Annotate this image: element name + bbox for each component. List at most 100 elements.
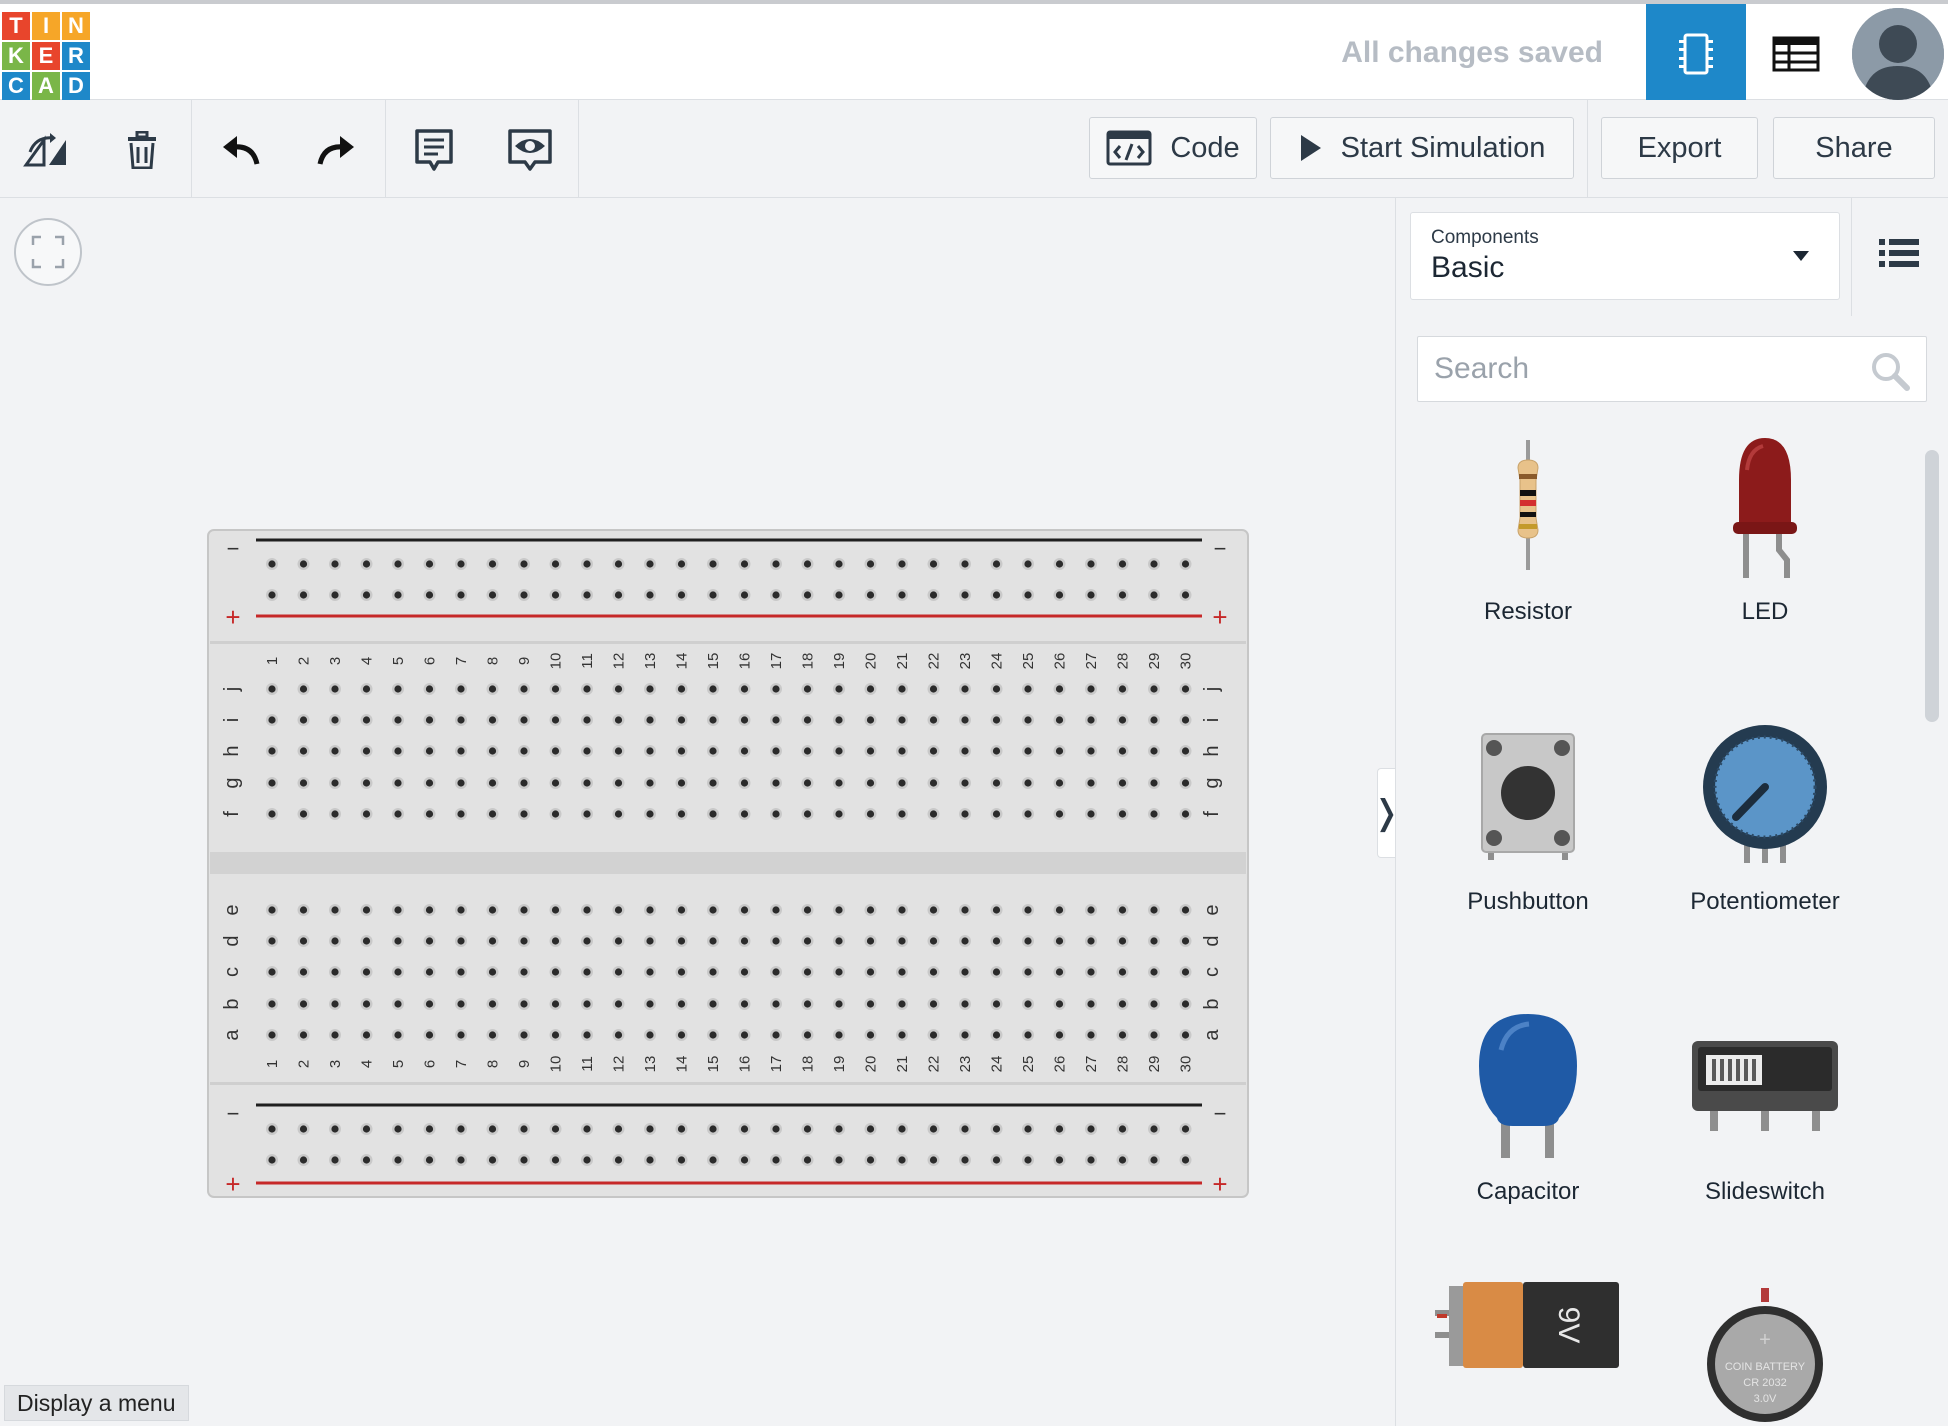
- rail-hole: [520, 1125, 528, 1133]
- rail-hole: [709, 560, 717, 568]
- rail-hole: [614, 560, 623, 568]
- column-number-label: 4: [359, 657, 376, 665]
- component-category-dropdown[interactable]: Components Basic: [1410, 212, 1840, 300]
- delete-button[interactable]: [112, 120, 172, 180]
- rail-hole: [803, 591, 812, 599]
- terminal-hole: [268, 906, 276, 914]
- rail-hole: [1118, 1125, 1127, 1133]
- component-led[interactable]: LED: [1650, 420, 1880, 680]
- code-button[interactable]: Code: [1089, 117, 1257, 179]
- terminal-hole: [425, 810, 434, 818]
- rail-minus-label: −: [1214, 536, 1227, 561]
- terminal-hole: [646, 685, 654, 693]
- terminal-hole: [1024, 1031, 1032, 1039]
- coin-battery-text-3: 3.0V: [1754, 1393, 1777, 1405]
- terminal-hole: [709, 716, 717, 724]
- terminal-hole: [1118, 716, 1127, 724]
- terminal-hole: [709, 906, 717, 914]
- components-panel: Components Basic Search Resistor LED Pus…: [1395, 198, 1948, 1426]
- row-letter-label: c: [221, 967, 243, 977]
- undo-button[interactable]: [211, 120, 271, 180]
- rail-hole: [740, 1125, 749, 1133]
- terminal-hole: [646, 906, 654, 914]
- terminal-hole: [394, 810, 402, 818]
- terminal-hole: [299, 906, 308, 914]
- notes-visibility-button[interactable]: [500, 120, 560, 180]
- terminal-hole: [1150, 810, 1158, 818]
- column-number-label: 17: [768, 653, 785, 670]
- rail-hole: [866, 1125, 875, 1133]
- logo-letter: I: [32, 12, 60, 40]
- component-9v-battery[interactable]: 9V: [1413, 1278, 1643, 1426]
- rail-plus-label: +: [1212, 602, 1227, 632]
- rotate-button[interactable]: [16, 120, 76, 180]
- column-number-label: 27: [1083, 1056, 1100, 1073]
- rail-hole: [1181, 1156, 1190, 1164]
- component-pushbutton[interactable]: Pushbutton: [1413, 710, 1643, 970]
- component-search[interactable]: [1417, 336, 1927, 402]
- component-label: Capacitor: [1476, 1178, 1580, 1205]
- notes-button[interactable]: [404, 120, 464, 180]
- component-capacitor[interactable]: Capacitor: [1413, 1000, 1643, 1260]
- component-label: Potentiometer: [1690, 888, 1840, 915]
- component-slideswitch[interactable]: Slideswitch: [1650, 1000, 1880, 1260]
- terminal-hole: [835, 937, 843, 945]
- component-potentiometer[interactable]: Potentiometer: [1650, 710, 1880, 970]
- rail-hole: [992, 591, 1001, 599]
- terminal-hole: [740, 1000, 749, 1008]
- terminal-hole: [646, 1031, 654, 1039]
- terminal-hole: [1150, 1000, 1158, 1008]
- row-letter-label: h: [221, 745, 243, 756]
- terminal-hole: [583, 716, 591, 724]
- rail-hole: [866, 560, 875, 568]
- column-number-label: 15: [705, 1056, 722, 1073]
- terminal-hole: [583, 1031, 591, 1039]
- terminal-hole: [268, 747, 276, 755]
- search-icon[interactable]: [1870, 351, 1910, 391]
- circuit-canvas[interactable]: − + − + − + − +1 2 3 4 5 6 7 8 9 10 11 12 13 14 15 16 17 18 19 20 2…: [0, 198, 1401, 1426]
- rail-hole: [425, 1156, 434, 1164]
- redo-icon: [317, 136, 354, 165]
- component-list-view-button[interactable]: [1746, 4, 1846, 104]
- component-coin-battery[interactable]: + COIN BATTERY CR 2032 3.0V: [1650, 1278, 1880, 1426]
- tinkercad-logo[interactable]: TIN KER CAD: [2, 12, 90, 100]
- share-button[interactable]: Share: [1773, 117, 1935, 179]
- terminal-hole: [1150, 937, 1158, 945]
- redo-button[interactable]: [306, 120, 366, 180]
- circuit-view-button[interactable]: [1646, 4, 1746, 104]
- terminal-hole: [803, 716, 812, 724]
- search-input[interactable]: [1418, 337, 1848, 401]
- terminal-hole: [740, 906, 749, 914]
- terminal-hole: [866, 937, 875, 945]
- row-letter-label: g: [221, 777, 243, 788]
- terminal-hole: [898, 747, 906, 755]
- terminal-hole: [961, 937, 969, 945]
- start-simulation-button[interactable]: Start Simulation: [1270, 117, 1574, 179]
- terminal-hole: [646, 716, 654, 724]
- user-avatar[interactable]: [1852, 8, 1944, 100]
- top-header: TIN KER CAD All changes saved: [0, 0, 1948, 104]
- terminal-hole: [331, 685, 339, 693]
- terminal-hole: [394, 779, 402, 787]
- terminal-hole: [1024, 810, 1032, 818]
- terminal-hole: [614, 968, 623, 976]
- terminal-hole: [583, 937, 591, 945]
- rail-hole: [772, 560, 780, 568]
- terminal-hole: [1118, 685, 1127, 693]
- component-resistor[interactable]: Resistor: [1413, 420, 1643, 680]
- terminal-hole: [488, 1000, 497, 1008]
- terminal-hole: [646, 968, 654, 976]
- breadboard[interactable]: −+−+−+−+1 2 3 4 5 6 7 8 9 10 11 12 13 14 15 16 17 18 19 20 2…: [0, 198, 1260, 1238]
- terminal-hole: [992, 779, 1001, 787]
- terminal-hole: [740, 685, 749, 693]
- rail-hole: [362, 1125, 371, 1133]
- collapse-panel-tab[interactable]: ❭: [1372, 768, 1401, 858]
- terminal-hole: [992, 1000, 1001, 1008]
- terminal-hole: [992, 685, 1001, 693]
- export-button[interactable]: Export: [1601, 117, 1758, 179]
- list-view-toggle[interactable]: [1874, 228, 1924, 278]
- scrollbar-thumb[interactable]: [1925, 450, 1939, 722]
- terminal-hole: [551, 1031, 560, 1039]
- rail-hole: [803, 560, 812, 568]
- rail-hole: [268, 560, 276, 568]
